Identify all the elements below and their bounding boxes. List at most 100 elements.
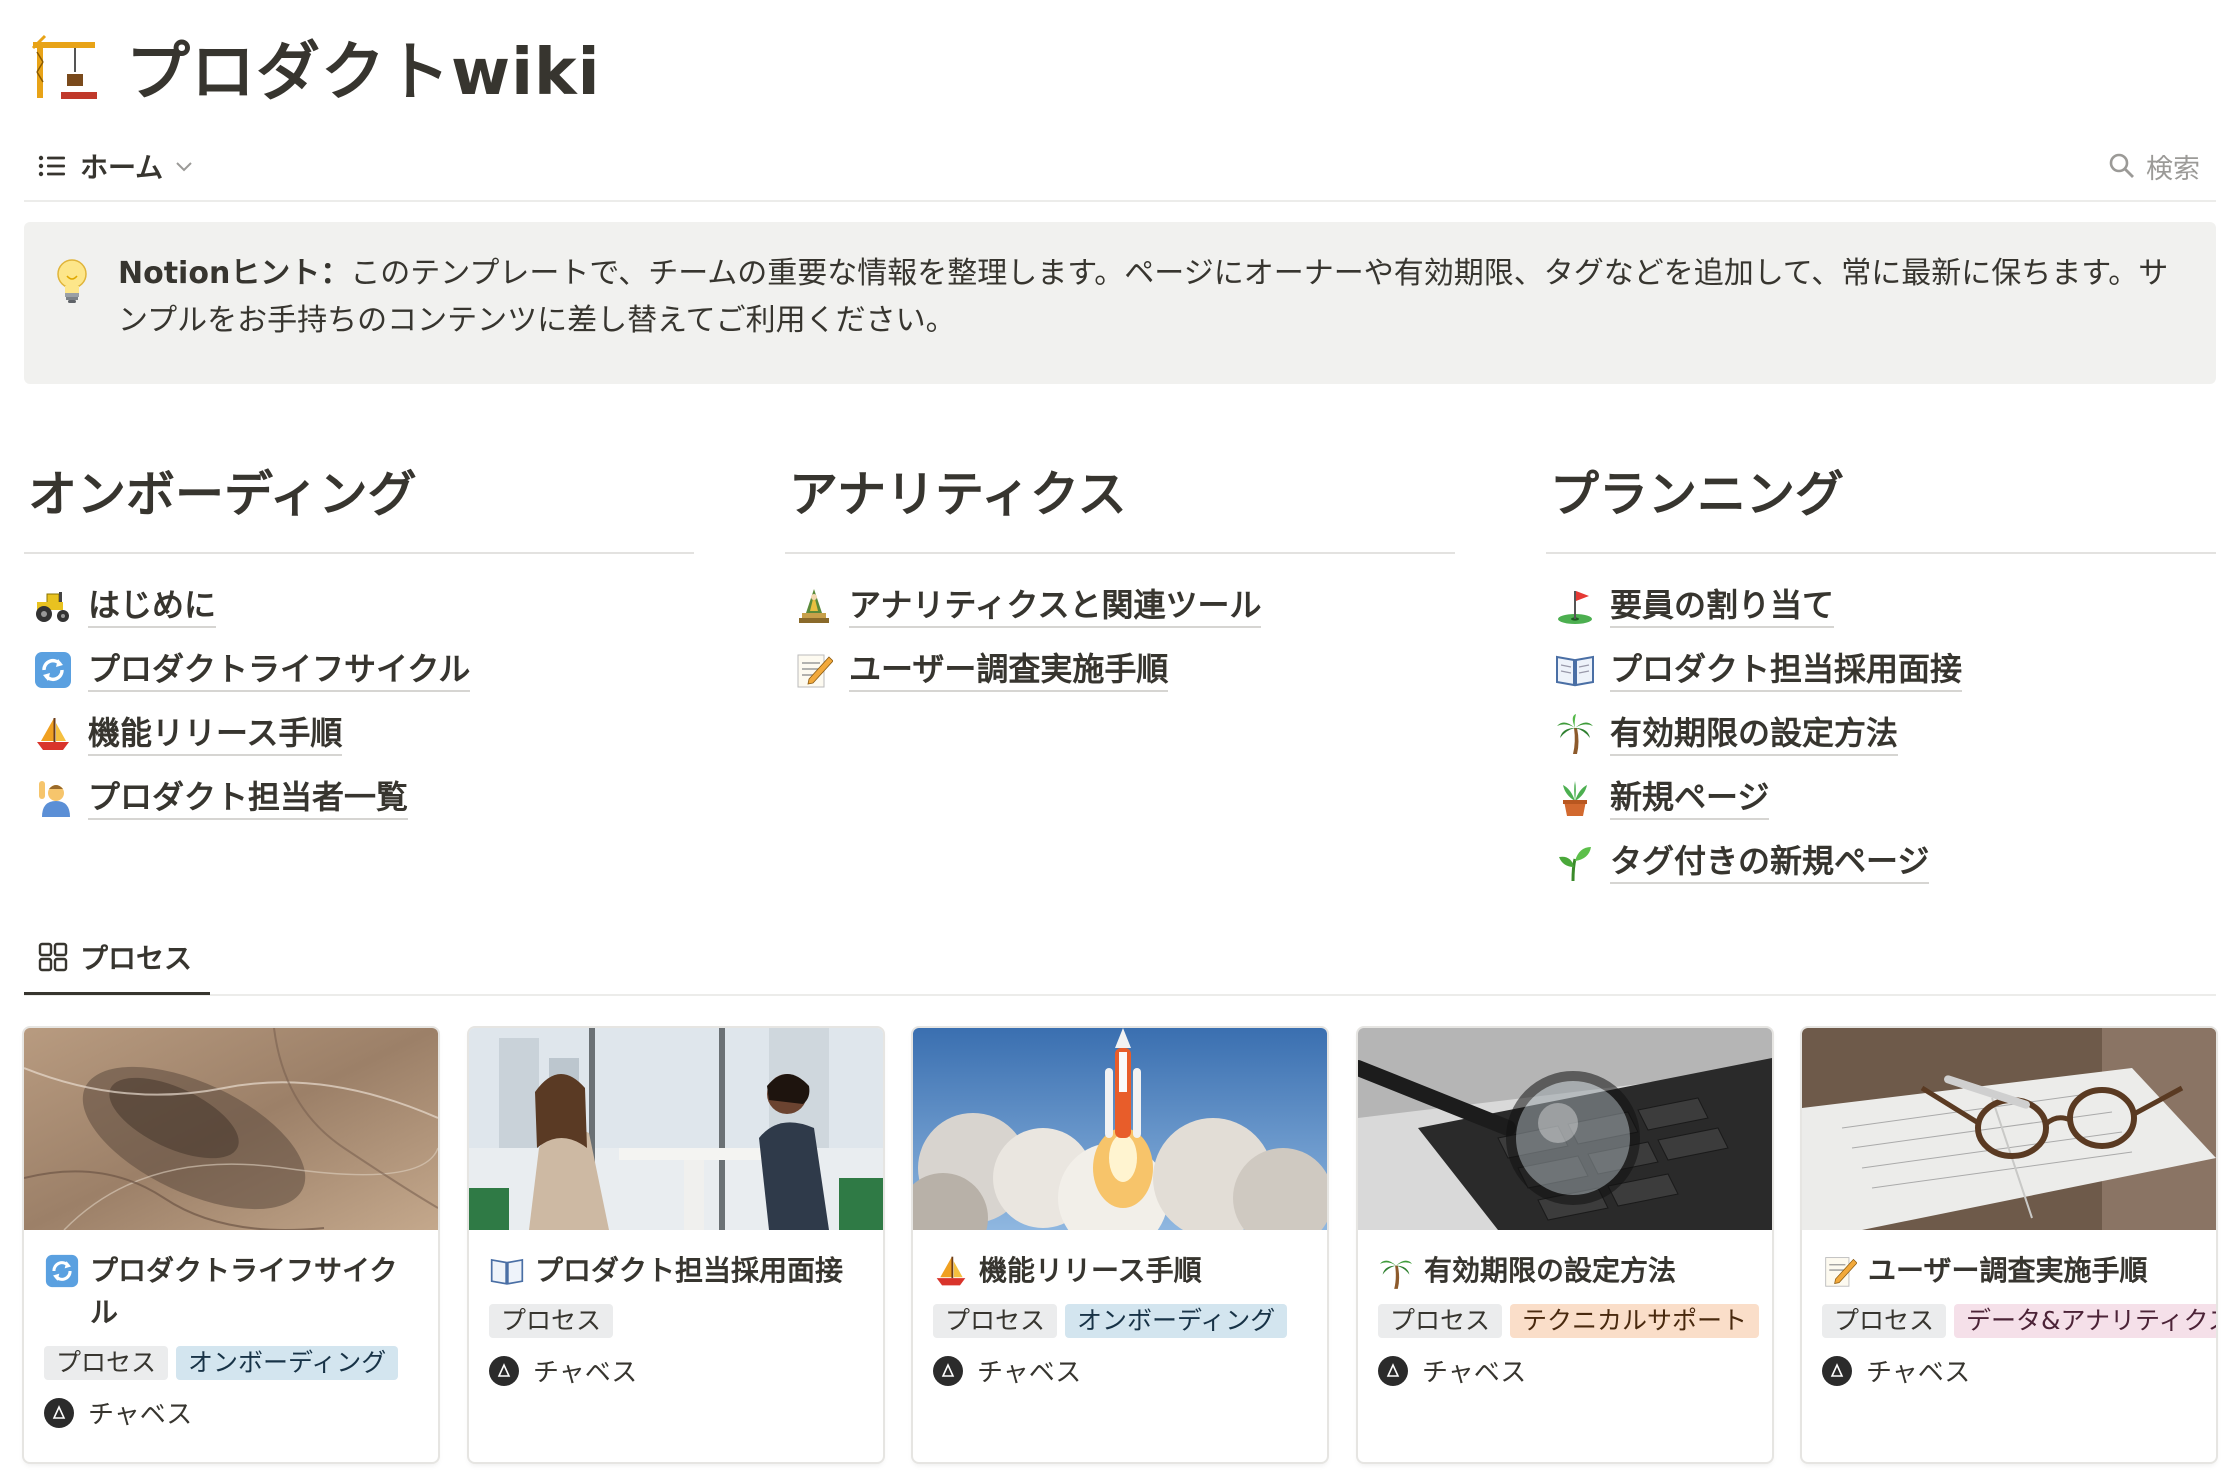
card-body: 機能リリース手順 プロセス オンボーディング チャベス: [913, 1250, 1327, 1389]
tag: テクニカルサポート: [1510, 1304, 1760, 1338]
column-heading: アナリティクス: [785, 460, 1455, 554]
sailboat-icon: [32, 713, 74, 755]
golf-flag-icon: [1554, 585, 1596, 627]
building-construction-icon[interactable]: [28, 29, 104, 105]
list-item[interactable]: アナリティクスと関連ツール: [785, 574, 1455, 638]
tag: プロセス: [933, 1304, 1058, 1338]
tag: オンボーディング: [176, 1346, 399, 1380]
potted-plant-icon: [1554, 777, 1596, 819]
tag: データ&アナリティクス: [1954, 1304, 2216, 1338]
link-label: 機能リリース手順: [88, 713, 343, 756]
tag: オンボーディング: [1065, 1304, 1288, 1338]
chevron-down-icon: [175, 160, 193, 172]
card-title: プロダクト担当採用面接: [489, 1250, 863, 1292]
link-label: プロダクト担当者一覧: [88, 777, 409, 820]
tab-label: プロセス: [80, 942, 193, 975]
link-label: アナリティクスと関連ツール: [849, 585, 1262, 628]
list-item[interactable]: 機能リリース手順: [24, 702, 694, 766]
list-item[interactable]: 新規ページ: [1546, 766, 2216, 830]
person-name: チャベス: [533, 1358, 638, 1388]
list-item[interactable]: はじめに: [24, 574, 694, 638]
link-list: 要員の割り当て プロダクト担当採用面接 有効期限の設定方法 新規ページ タグ付き…: [1546, 574, 2216, 894]
card-person: チャベス: [1822, 1352, 2196, 1389]
link-label: タグ付きの新規ページ: [1610, 841, 1930, 884]
card-tags: プロセス: [489, 1304, 863, 1338]
open-book-icon: [489, 1250, 525, 1292]
card-person: チャベス: [44, 1394, 418, 1431]
list-item[interactable]: プロダクトライフサイクル: [24, 638, 694, 702]
palm-tree-icon: [1554, 713, 1596, 755]
view-switcher[interactable]: ホーム: [38, 140, 193, 192]
tab-process[interactable]: プロセス: [24, 922, 211, 995]
gallery-card[interactable]: ユーザー調査実施手順 プロセス データ&アナリティクス チャベス: [1802, 1028, 2216, 1462]
card-title-text: 機能リリース手順: [979, 1254, 1202, 1287]
card-tags: プロセス データ&アナリティクス: [1822, 1304, 2216, 1338]
list-item[interactable]: ユーザー調査実施手順: [785, 638, 1455, 702]
memo-icon: [793, 649, 835, 691]
open-book-icon: [1554, 649, 1596, 691]
view-label: ホーム: [80, 151, 164, 184]
gallery-card[interactable]: 有効期限の設定方法 プロセス テクニカルサポート チャベス: [1358, 1028, 1772, 1462]
card-body: ユーザー調査実施手順 プロセス データ&アナリティクス チャベス: [1802, 1250, 2216, 1389]
interview-cover: [469, 1028, 883, 1230]
cycle-arrows-icon: [44, 1250, 80, 1292]
list-item[interactable]: プロダクト担当者一覧: [24, 766, 694, 830]
link-label: はじめに: [88, 585, 217, 628]
japanese-dolls-icon: [793, 585, 835, 627]
list-item[interactable]: 要員の割り当て: [1546, 574, 2216, 638]
card-title: 機能リリース手順: [933, 1250, 1307, 1292]
search-icon: [2108, 152, 2136, 180]
avatar: [489, 1355, 519, 1386]
tag: プロセス: [44, 1346, 169, 1380]
search-button[interactable]: 検索: [2108, 140, 2200, 192]
gallery-card[interactable]: プロダクトライフサイクル プロセス オンボーディング チャベス: [24, 1028, 438, 1462]
memo-icon: [1822, 1250, 1858, 1292]
card-body: プロダクトライフサイクル プロセス オンボーディング チャベス: [24, 1250, 438, 1431]
page-header: プロダクトwiki: [28, 22, 601, 112]
rocket-launch-cover: [913, 1028, 1327, 1230]
cycle-arrows-icon: [32, 649, 74, 691]
sailboat-icon: [933, 1250, 969, 1292]
glasses-notebook-cover: [1802, 1028, 2216, 1230]
page-title[interactable]: プロダクトwiki: [126, 21, 601, 113]
column-analytics: アナリティクス アナリティクスと関連ツール ユーザー調査実施手順: [785, 460, 1455, 702]
link-label: 要員の割り当て: [1610, 585, 1835, 628]
card-title-text: プロダクトライフサイクル: [90, 1254, 398, 1329]
tag: プロセス: [489, 1304, 614, 1338]
view-bar: ホーム 検索: [24, 134, 2216, 202]
magnifier-keyboard-cover: [1358, 1028, 1772, 1230]
gallery-tab-bar: プロセス: [24, 922, 2216, 996]
callout-text: Notionヒント：このテンプレートで、チームの重要な情報を整理します。ページに…: [118, 250, 2178, 344]
list-item[interactable]: プロダクト担当採用面接: [1546, 638, 2216, 702]
page: プロダクトwiki ホーム 検索 Notionヒント：このテンプレートで、チーム…: [24, 0, 2216, 1474]
tag: プロセス: [1378, 1304, 1503, 1338]
tag: プロセス: [1822, 1304, 1947, 1338]
card-tags: プロセス オンボーディング: [44, 1346, 418, 1380]
person-name: チャベス: [977, 1358, 1082, 1388]
link-label: プロダクトライフサイクル: [88, 649, 471, 692]
avatar: [1822, 1355, 1852, 1386]
link-list: アナリティクスと関連ツール ユーザー調査実施手順: [785, 574, 1455, 702]
list-item[interactable]: タグ付きの新規ページ: [1546, 830, 2216, 894]
card-person: チャベス: [933, 1352, 1307, 1389]
callout-body: このテンプレートで、チームの重要な情報を整理します。ページにオーナーや有効期限、…: [118, 256, 2169, 338]
palm-tree-icon: [1378, 1250, 1414, 1292]
tip-callout: Notionヒント：このテンプレートで、チームの重要な情報を整理します。ページに…: [24, 222, 2216, 384]
card-title: ユーザー調査実施手順: [1822, 1250, 2196, 1292]
card-person: チャベス: [489, 1352, 863, 1389]
tractor-icon: [32, 585, 74, 627]
link-label: プロダクト担当採用面接: [1610, 649, 1963, 692]
card-tags: プロセス オンボーディング: [933, 1304, 1307, 1338]
card-body: 有効期限の設定方法 プロセス テクニカルサポート チャベス: [1358, 1250, 1772, 1389]
search-label: 検索: [2146, 153, 2200, 185]
desert-aerial-cover: [24, 1028, 438, 1230]
card-body: プロダクト担当採用面接 プロセス チャベス: [469, 1250, 883, 1389]
list-item[interactable]: 有効期限の設定方法: [1546, 702, 2216, 766]
gallery-card[interactable]: 機能リリース手順 プロセス オンボーディング チャベス: [913, 1028, 1327, 1462]
link-label: ユーザー調査実施手順: [849, 649, 1169, 692]
card-title-text: プロダクト担当採用面接: [535, 1254, 844, 1287]
person-name: チャベス: [1866, 1358, 1971, 1388]
gallery-card[interactable]: プロダクト担当採用面接 プロセス チャベス: [469, 1028, 883, 1462]
person-raising-hand-icon: [32, 777, 74, 819]
column-heading: プランニング: [1546, 460, 2216, 554]
